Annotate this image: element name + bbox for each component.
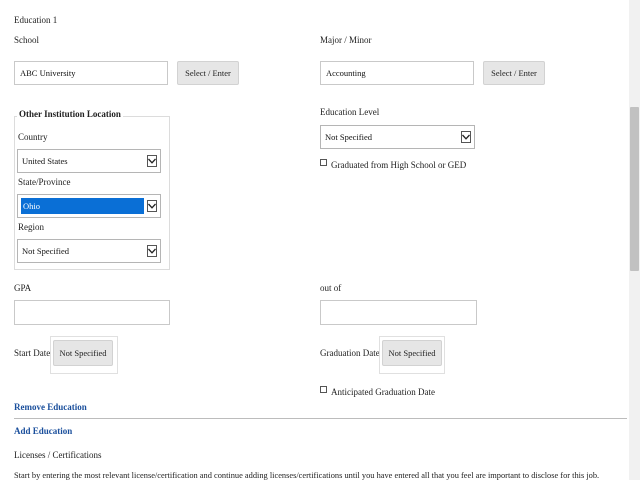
chevron-down-icon: [461, 131, 471, 143]
gpa-out-of-label: out of: [320, 283, 342, 293]
major-select-button[interactable]: Select / Enter: [483, 61, 545, 85]
institution-location-legend: Other Institution Location: [17, 109, 123, 119]
graduated-hs-label: Graduated from High School or GED: [331, 160, 467, 170]
chevron-down-icon: [147, 200, 157, 212]
scrollbar-thumb[interactable]: [630, 107, 639, 271]
start-date-button[interactable]: Not Specified: [53, 340, 113, 366]
education-level-label: Education Level: [320, 107, 380, 117]
gpa-label: GPA: [14, 283, 32, 293]
chevron-down-icon: [147, 155, 157, 167]
region-select-value: Not Specified: [22, 246, 69, 256]
school-input-value: ABC University: [20, 68, 76, 78]
school-select-button[interactable]: Select / Enter: [177, 61, 239, 85]
state-select[interactable]: Ohio: [17, 194, 161, 218]
state-select-highlight: Ohio: [21, 198, 144, 214]
education-level-value: Not Specified: [325, 132, 372, 142]
region-label: Region: [18, 222, 44, 232]
section-divider: [14, 418, 627, 419]
country-select[interactable]: United States: [17, 149, 161, 173]
country-select-value: United States: [22, 156, 68, 166]
add-education-link[interactable]: Add Education: [14, 426, 72, 436]
major-input[interactable]: Accounting: [320, 61, 474, 85]
section-title: Education 1: [14, 15, 58, 25]
school-label: School: [14, 35, 40, 45]
major-input-value: Accounting: [326, 68, 366, 78]
chevron-down-icon: [147, 245, 157, 257]
education-level-select[interactable]: Not Specified: [320, 125, 475, 149]
country-label: Country: [18, 132, 48, 142]
anticipated-graduation-label: Anticipated Graduation Date: [331, 387, 435, 397]
licenses-title: Licenses / Certifications: [14, 450, 102, 460]
gpa-input[interactable]: [14, 300, 170, 325]
vertical-scrollbar[interactable]: [629, 0, 640, 480]
state-label: State/Province: [18, 177, 71, 187]
region-select[interactable]: Not Specified: [17, 239, 161, 263]
school-input[interactable]: ABC University: [14, 61, 168, 85]
graduation-date-label: Graduation Date: [320, 348, 380, 358]
anticipated-graduation-checkbox[interactable]: [320, 386, 327, 393]
start-date-label: Start Date: [14, 348, 51, 358]
licenses-instructions: Start by entering the most relevant lice…: [14, 471, 600, 480]
gpa-out-of-input[interactable]: [320, 300, 477, 325]
graduated-hs-checkbox[interactable]: [320, 159, 327, 166]
graduation-date-button[interactable]: Not Specified: [382, 340, 442, 366]
state-select-value: Ohio: [23, 201, 40, 211]
major-label: Major / Minor: [320, 35, 372, 45]
remove-education-link[interactable]: Remove Education: [14, 402, 87, 412]
